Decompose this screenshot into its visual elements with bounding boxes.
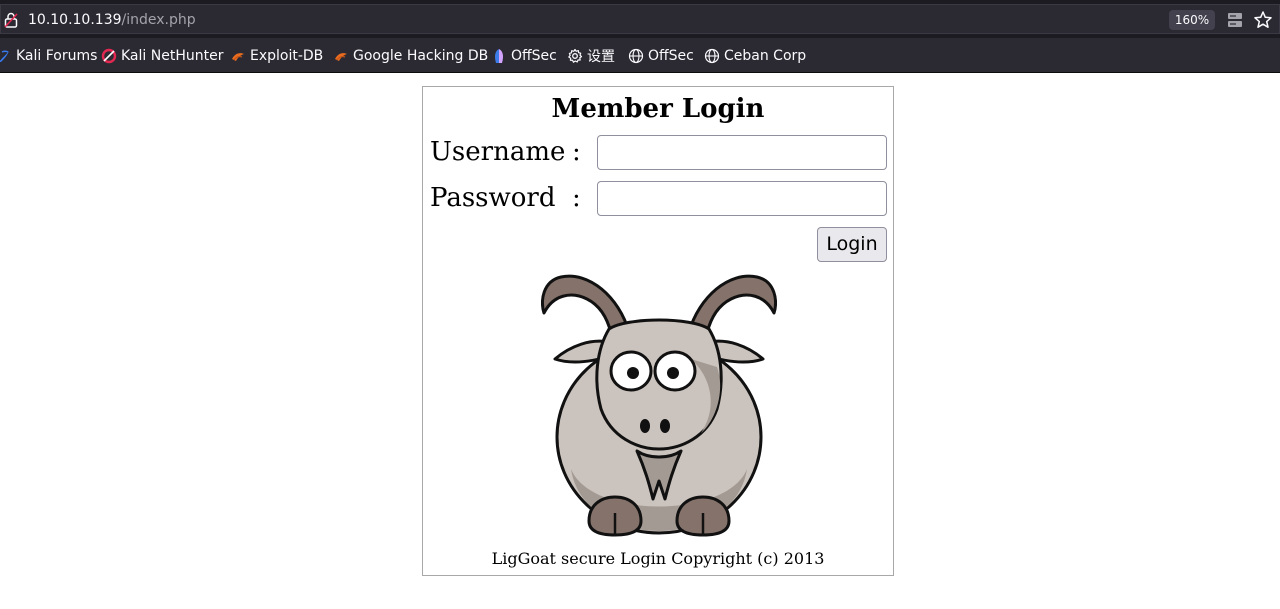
- nethunter-icon: [101, 48, 117, 63]
- login-button[interactable]: Login: [817, 227, 887, 262]
- bookmark-ceban-corp[interactable]: Ceban Corp: [704, 38, 806, 73]
- bookmark-label: Google Hacking DB: [353, 47, 489, 64]
- username-colon: :: [572, 137, 581, 167]
- login-form: Member Login Username : Password : Login: [422, 86, 894, 576]
- page-title: Member Login: [551, 94, 765, 124]
- globe-icon: [704, 48, 720, 63]
- bookmark-label: OffSec: [511, 47, 557, 64]
- zoom-level-button[interactable]: 160%: [1169, 10, 1215, 30]
- bookmark-label: OffSec: [648, 47, 694, 64]
- exploit-db-icon: [232, 52, 244, 61]
- password-colon: :: [572, 183, 581, 213]
- url-host: 10.10.10.139: [28, 12, 122, 28]
- bookmark-exploit-db[interactable]: Exploit-DB: [230, 38, 323, 73]
- kali-dragon-icon: [0, 50, 9, 62]
- bookmark-label: Ceban Corp: [724, 47, 807, 64]
- bookmark-star-icon[interactable]: [1253, 10, 1273, 30]
- bookmark-label: Kali NetHunter: [121, 47, 224, 64]
- goat-mascot-image: [541, 274, 777, 537]
- bookmarks-toolbar: Kali Forums Kali NetHunter Exploit-DB Go…: [0, 38, 1280, 73]
- ghdb-icon: [335, 52, 347, 61]
- gear-icon: [568, 48, 583, 63]
- bookmark-label: Exploit-DB: [250, 47, 324, 64]
- url-text[interactable]: 10.10.10.139/index.php: [28, 11, 196, 29]
- bookmark-label: Kali Forums: [16, 47, 98, 64]
- bookmark-google-hacking-db[interactable]: Google Hacking DB: [333, 38, 488, 73]
- bookmark-settings[interactable]: 设置: [567, 38, 615, 73]
- reader-view-icon[interactable]: [1226, 11, 1244, 29]
- copyright-text: LigGoat secure Login Copyright (c) 2013: [491, 549, 825, 568]
- insecure-lock-icon[interactable]: [4, 12, 18, 28]
- bookmark-offsec[interactable]: OffSec: [491, 38, 557, 73]
- browser-toolbar: 10.10.10.139/index.php 160%: [0, 0, 1280, 38]
- password-label: Password: [430, 183, 556, 213]
- username-input[interactable]: [597, 135, 887, 170]
- password-input[interactable]: [597, 181, 887, 216]
- offsec-icon: [495, 48, 503, 63]
- bookmark-kali-nethunter[interactable]: Kali NetHunter: [101, 38, 223, 73]
- globe-icon: [628, 48, 644, 63]
- address-bar[interactable]: 10.10.10.139/index.php 160%: [0, 4, 1280, 34]
- username-label: Username: [430, 137, 566, 167]
- url-path: /index.php: [121, 12, 196, 28]
- bookmark-label: 设置: [587, 48, 615, 65]
- bookmark-kali-forums[interactable]: Kali Forums: [0, 38, 97, 73]
- bookmark-offsec-2[interactable]: OffSec: [628, 38, 694, 73]
